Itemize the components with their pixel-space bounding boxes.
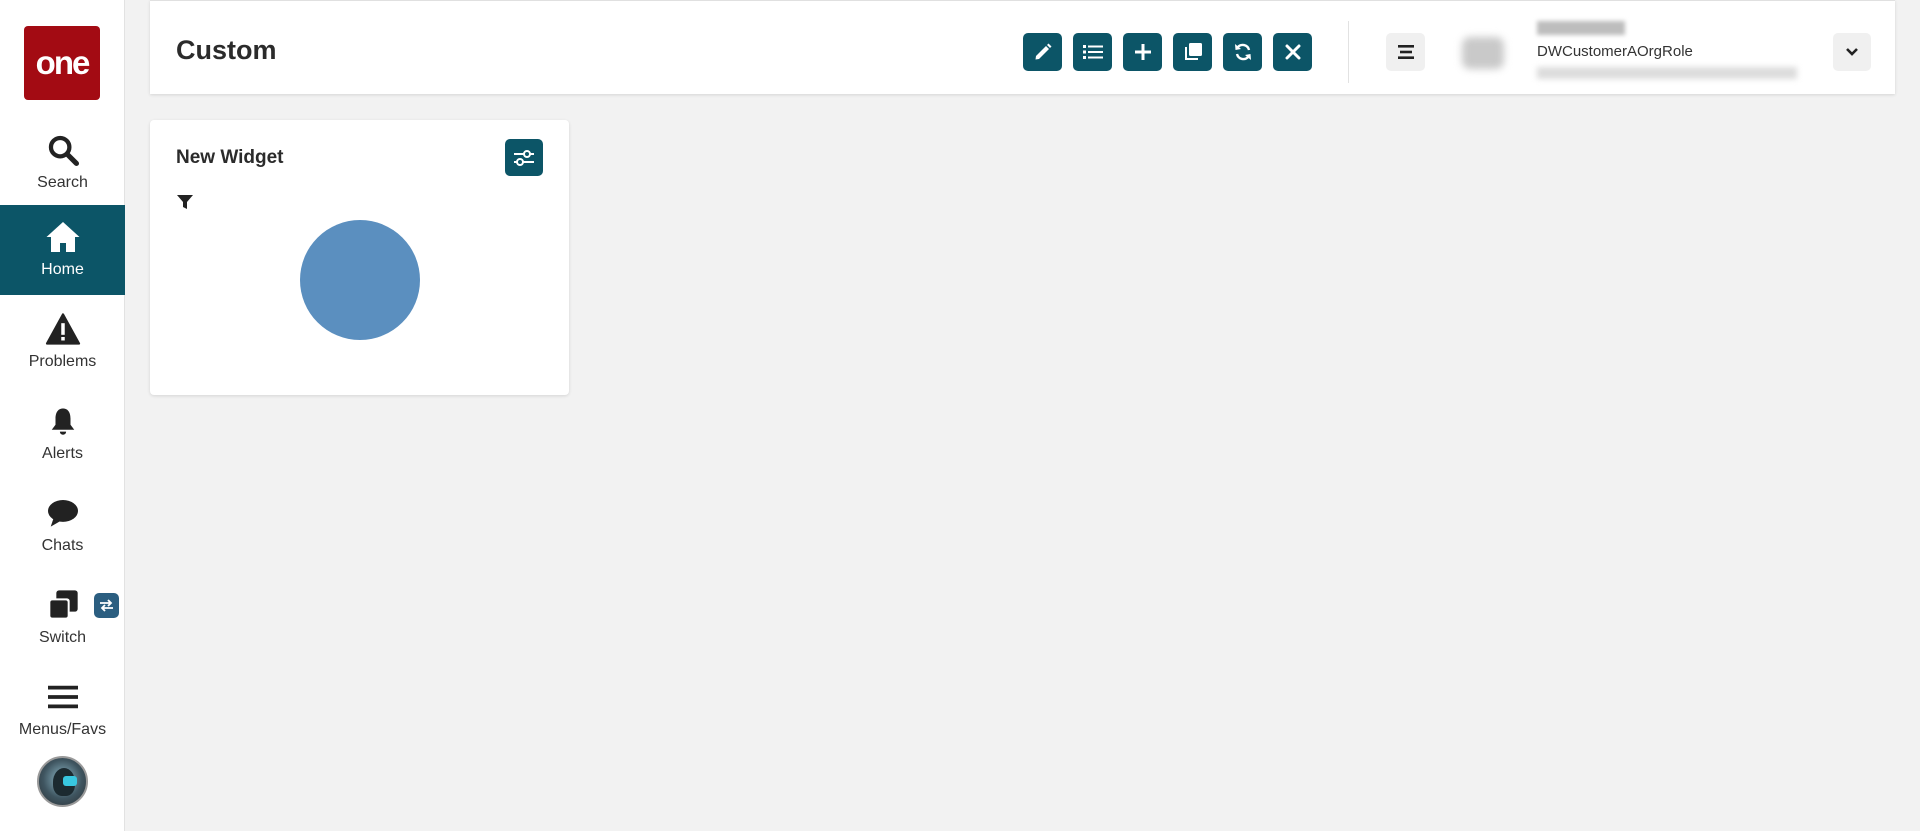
plus-icon <box>1134 44 1151 60</box>
copy-icon <box>1184 43 1202 60</box>
page-title: Custom <box>176 35 277 65</box>
user-org-redacted <box>1537 67 1797 79</box>
page-menu-button[interactable] <box>1386 33 1425 71</box>
nav-label-switch: Switch <box>38 629 87 646</box>
page-header: Custom DWCustomerAOrgRole <box>150 0 1895 94</box>
user-role: DWCustomerAOrgRole <box>1537 43 1693 60</box>
widget-title: New Widget <box>176 147 284 168</box>
switch-badge[interactable] <box>94 593 119 618</box>
close-icon <box>1285 44 1300 60</box>
align-menu-icon <box>1397 45 1414 59</box>
nav-item-home[interactable]: Home <box>0 205 125 295</box>
nav-label-menus-favs: Menus/Favs <box>18 721 107 738</box>
refresh-icon <box>1234 43 1251 61</box>
nav-item-switch[interactable]: Switch <box>0 573 125 663</box>
widget-settings-button[interactable] <box>505 139 543 176</box>
nav-label-problems: Problems <box>28 353 97 370</box>
pie-chart[interactable] <box>295 215 425 345</box>
nav-label-search: Search <box>37 174 88 191</box>
user-profile-image <box>1462 37 1504 69</box>
pie-slice[interactable] <box>300 220 420 340</box>
user-dropdown-button[interactable] <box>1833 33 1871 71</box>
edit-pencil-icon <box>1035 43 1051 60</box>
list-view-button[interactable] <box>1073 33 1112 71</box>
nav-item-problems[interactable]: Problems <box>0 297 125 387</box>
search-icon <box>45 132 81 168</box>
avatar-visor <box>63 776 77 786</box>
home-icon <box>45 219 81 255</box>
add-button[interactable] <box>1123 33 1162 71</box>
header-divider <box>1348 21 1349 83</box>
app-logo[interactable]: one <box>24 26 100 100</box>
nav-item-chats[interactable]: Chats <box>0 481 125 571</box>
refresh-button[interactable] <box>1223 33 1262 71</box>
nav-item-menus-favs[interactable]: Menus/Favs <box>0 665 125 755</box>
nav-item-search[interactable]: Search <box>0 118 125 208</box>
nav-label-alerts: Alerts <box>42 445 83 462</box>
chat-bubble-icon <box>45 495 81 531</box>
nav-label-chats: Chats <box>41 537 84 554</box>
hamburger-icon <box>45 679 81 715</box>
nav-label-home: Home <box>41 261 84 278</box>
edit-button[interactable] <box>1023 33 1062 71</box>
user-avatar[interactable] <box>37 756 88 807</box>
sliders-icon <box>514 149 534 166</box>
filter-icon[interactable] <box>176 193 194 211</box>
widget-card: New Widget <box>150 120 569 395</box>
close-button[interactable] <box>1273 33 1312 71</box>
warning-icon <box>45 311 81 347</box>
copy-button[interactable] <box>1173 33 1212 71</box>
list-icon <box>1082 45 1103 59</box>
chevron-down-icon <box>1846 48 1858 56</box>
bell-icon <box>45 403 81 439</box>
user-name-redacted <box>1537 21 1625 35</box>
logo-text: one <box>35 44 91 81</box>
swap-arrows-icon <box>100 599 113 612</box>
nav-item-alerts[interactable]: Alerts <box>0 389 125 479</box>
sidebar: one Search Home Problems Alerts Chats Sw… <box>0 0 125 831</box>
switch-windows-icon <box>45 587 81 623</box>
